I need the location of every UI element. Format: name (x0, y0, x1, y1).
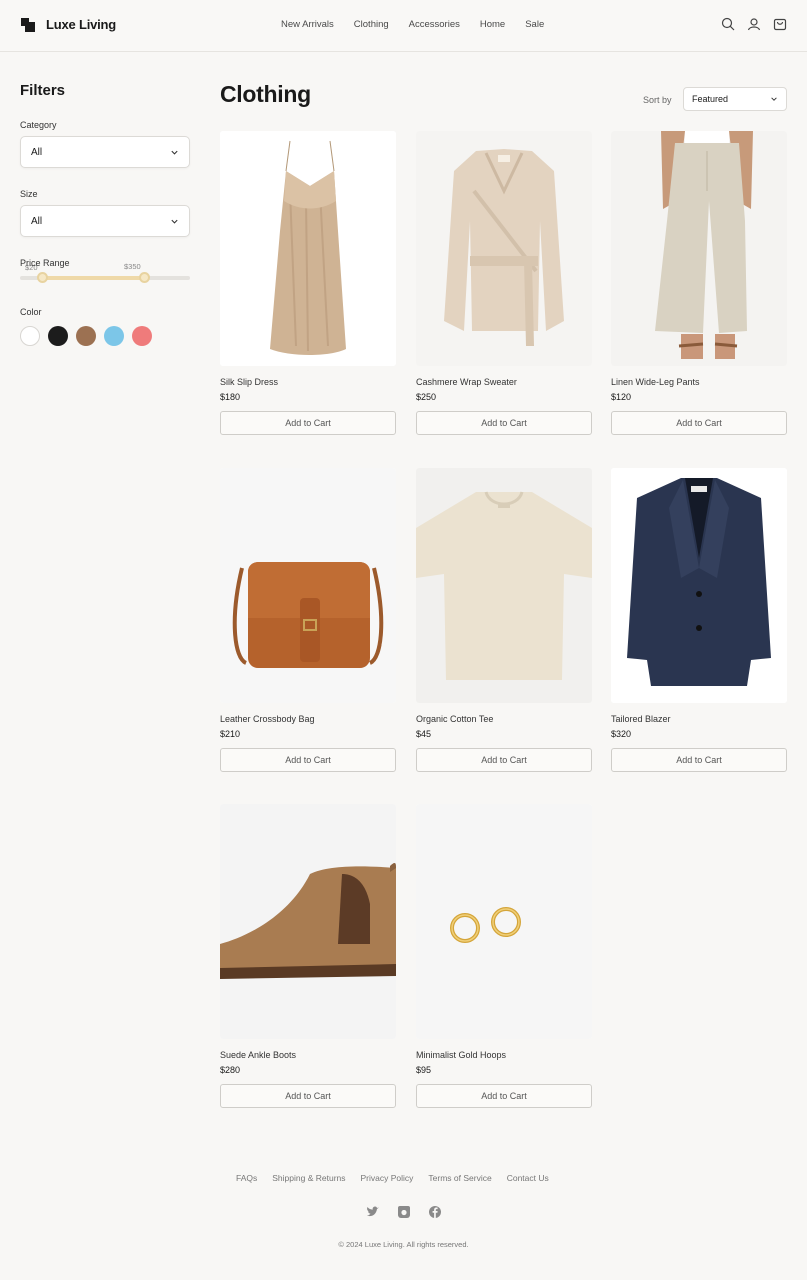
product-image[interactable] (611, 468, 787, 703)
add-to-cart-button[interactable]: Add to Cart (220, 411, 396, 435)
product-name[interactable]: Cashmere Wrap Sweater (416, 377, 592, 387)
social-links (366, 1205, 442, 1219)
search-icon[interactable] (721, 17, 735, 31)
footer-link-privacy[interactable]: Privacy Policy (361, 1173, 414, 1183)
product-image[interactable] (220, 131, 396, 366)
product-card[interactable]: Cashmere Wrap Sweater $250 Add to Cart (416, 131, 592, 435)
product-image[interactable] (220, 804, 396, 1039)
product-image[interactable] (416, 468, 592, 703)
twitter-icon[interactable] (366, 1205, 380, 1219)
product-price: $210 (220, 729, 241, 739)
color-swatches (20, 326, 190, 346)
footer-links: FAQs Shipping & Returns Privacy Policy T… (236, 1173, 564, 1183)
price-min-handle[interactable] (36, 272, 48, 283)
site-header: Luxe Living New Arrivals Clothing Access… (0, 0, 807, 52)
header-actions (721, 17, 787, 31)
footer-link-terms[interactable]: Terms of Service (428, 1173, 491, 1183)
add-to-cart-button[interactable]: Add to Cart (220, 1084, 396, 1108)
color-swatch-blue[interactable] (104, 326, 124, 346)
price-range: $20 Price Range $350 (20, 258, 190, 288)
chevron-down-icon (171, 219, 178, 224)
product-price: $45 (416, 729, 432, 739)
product-name[interactable]: Linen Wide-Leg Pants (611, 377, 787, 387)
product-price: $180 (220, 392, 241, 402)
filters-title: Filters (20, 82, 66, 99)
logo-mark-icon (21, 17, 35, 32)
nav-sale[interactable]: Sale (525, 19, 544, 30)
color-swatch-red[interactable] (132, 326, 152, 346)
product-name[interactable]: Minimalist Gold Hoops (416, 1050, 592, 1060)
product-image[interactable] (416, 804, 592, 1039)
product-card[interactable]: Linen Wide-Leg Pants $120 Add to Cart (611, 131, 787, 435)
nav-home[interactable]: Home (480, 19, 505, 30)
sort-value: Featured (692, 94, 729, 104)
product-name[interactable]: Silk Slip Dress (220, 377, 396, 387)
product-name[interactable]: Suede Ankle Boots (220, 1050, 396, 1060)
product-name[interactable]: Tailored Blazer (611, 714, 787, 724)
add-to-cart-button[interactable]: Add to Cart (611, 748, 787, 772)
category-value: All (31, 146, 43, 158)
instagram-icon[interactable] (397, 1205, 411, 1219)
add-to-cart-button[interactable]: Add to Cart (611, 411, 787, 435)
chevron-down-icon (771, 97, 777, 101)
price-range-label: Price Range (20, 258, 70, 268)
brand-name: Luxe Living (46, 17, 117, 32)
sort-label: Sort by (643, 95, 672, 105)
product-price: $250 (416, 392, 437, 402)
color-label: Color (20, 307, 42, 317)
cart-icon[interactable] (773, 17, 787, 31)
footer-link-shipping[interactable]: Shipping & Returns (272, 1173, 345, 1183)
footer-link-faqs[interactable]: FAQs (236, 1173, 257, 1183)
nav-new-arrivals[interactable]: New Arrivals (281, 19, 334, 30)
main-nav: New Arrivals Clothing Accessories Home S… (281, 19, 564, 30)
product-card[interactable]: Tailored Blazer $320 Add to Cart (611, 468, 787, 772)
price-slider-fill (42, 276, 145, 280)
footer-link-contact[interactable]: Contact Us (507, 1173, 549, 1183)
nav-clothing[interactable]: Clothing (354, 19, 389, 30)
product-price: $280 (220, 1065, 241, 1075)
product-card[interactable]: Suede Ankle Boots $280 Add to Cart (220, 804, 396, 1108)
add-to-cart-button[interactable]: Add to Cart (416, 1084, 592, 1108)
sort-select[interactable]: Featured (683, 87, 787, 111)
chevron-down-icon (171, 150, 178, 155)
size-label: Size (20, 189, 38, 199)
add-to-cart-button[interactable]: Add to Cart (416, 748, 592, 772)
price-max-handle[interactable] (138, 272, 150, 283)
product-image[interactable] (220, 468, 396, 703)
color-swatch-brown[interactable] (76, 326, 96, 346)
product-image[interactable] (611, 131, 787, 366)
product-card[interactable]: Minimalist Gold Hoops $95 Add to Cart (416, 804, 592, 1108)
add-to-cart-button[interactable]: Add to Cart (220, 748, 396, 772)
page-title: Clothing (220, 81, 311, 107)
product-card[interactable]: Leather Crossbody Bag $210 Add to Cart (220, 468, 396, 772)
filters-sidebar: Filters Category All Size All $20 Price … (20, 82, 190, 346)
product-name[interactable]: Leather Crossbody Bag (220, 714, 396, 724)
product-name[interactable]: Organic Cotton Tee (416, 714, 592, 724)
color-swatch-white[interactable] (20, 326, 40, 346)
brand-logo[interactable]: Luxe Living (21, 17, 116, 32)
user-icon[interactable] (747, 17, 761, 31)
color-swatch-black[interactable] (48, 326, 68, 346)
price-max-label: $350 (124, 262, 141, 271)
size-value: All (31, 215, 43, 227)
product-price: $320 (611, 729, 632, 739)
add-to-cart-button[interactable]: Add to Cart (416, 411, 592, 435)
category-select[interactable]: All (20, 136, 190, 168)
product-image[interactable] (416, 131, 592, 366)
facebook-icon[interactable] (428, 1205, 442, 1219)
copyright: © 2024 Luxe Living. All rights reserved. (338, 1240, 469, 1249)
product-card[interactable]: Organic Cotton Tee $45 Add to Cart (416, 468, 592, 772)
product-price: $120 (611, 392, 632, 402)
product-card[interactable]: Silk Slip Dress $180 Add to Cart (220, 131, 396, 435)
size-select[interactable]: All (20, 205, 190, 237)
product-price: $95 (416, 1065, 432, 1075)
category-label: Category (20, 120, 57, 130)
nav-accessories[interactable]: Accessories (409, 19, 460, 30)
